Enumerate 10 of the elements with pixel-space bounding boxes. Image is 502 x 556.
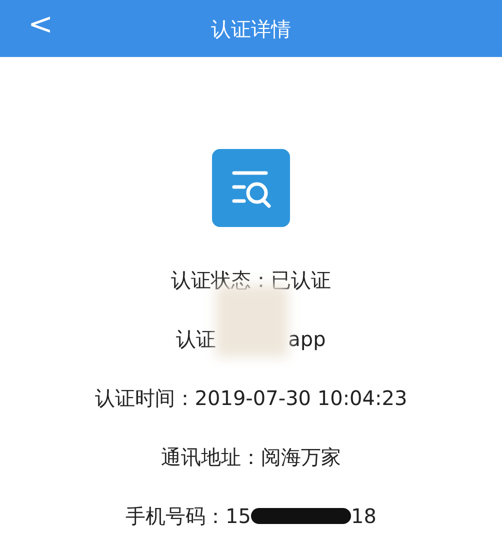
back-button[interactable]: < bbox=[28, 10, 54, 40]
detail-text: 手机号码：15 bbox=[126, 503, 251, 530]
page-title: 认证详情 bbox=[211, 16, 291, 42]
detail-text: 认证 bbox=[176, 326, 216, 353]
detail-text: 18 bbox=[350, 503, 376, 530]
detail-text: 通讯地址：阅海万家 bbox=[160, 444, 341, 471]
document-search-icon bbox=[212, 149, 290, 227]
detail-text: 认证时间：2019-07-30 10:04:23 bbox=[94, 385, 408, 412]
detail-text: 认证状态：已认证 bbox=[170, 267, 331, 294]
detail-text: app bbox=[288, 326, 326, 353]
